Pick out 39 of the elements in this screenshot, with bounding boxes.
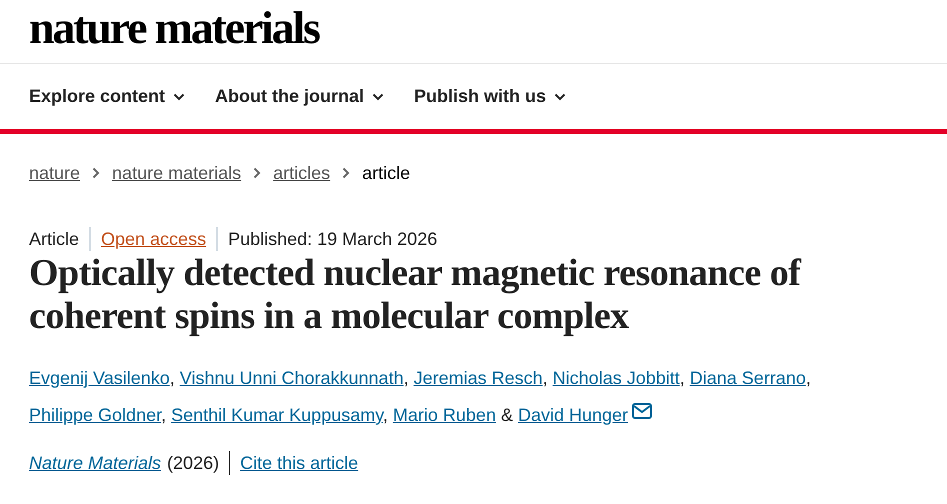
author-link[interactable]: Diana Serrano — [690, 368, 806, 388]
breadcrumb-link[interactable]: articles — [273, 162, 330, 184]
breadcrumb-current: article — [362, 162, 410, 184]
author-link[interactable]: Jeremias Resch — [414, 368, 543, 388]
journal-link[interactable]: Nature Materials — [29, 452, 162, 474]
chevron-down-icon — [554, 92, 566, 100]
author-link[interactable]: Philippe Goldner — [29, 405, 162, 425]
author-link[interactable]: Nicholas Jobbitt — [552, 368, 680, 388]
author-separator: , — [170, 368, 175, 388]
chevron-right-icon — [342, 167, 350, 179]
chevron-down-icon — [372, 92, 384, 100]
chevron-right-icon — [92, 167, 100, 179]
article-type: Article — [29, 228, 80, 250]
author-link[interactable]: David Hunger — [518, 405, 628, 425]
author-link[interactable]: Vishnu Unni Chorakkunnath — [180, 368, 404, 388]
author-separator: , — [382, 405, 388, 425]
author-separator: , — [680, 368, 685, 388]
publication-year: (2026) — [167, 452, 220, 474]
author-separator: & — [500, 405, 513, 425]
cite-link[interactable]: Cite this article — [240, 452, 358, 474]
nav-menu-button[interactable]: Publish with us — [414, 86, 566, 107]
author-link[interactable]: Mario Ruben — [392, 405, 496, 425]
author-separator: , — [161, 405, 166, 425]
author-separator: , — [542, 368, 548, 388]
breadcrumb-link[interactable]: nature materials — [112, 162, 242, 184]
chevron-down-icon — [173, 92, 186, 100]
nav-menu-button[interactable]: About the journal — [215, 86, 384, 107]
author-link[interactable]: Senthil Kumar Kuppusamy — [171, 405, 383, 425]
published-date: Published: 19 March 2026 — [228, 228, 438, 250]
open-access-link[interactable]: Open access — [101, 228, 206, 250]
breadcrumb-link[interactable]: nature — [29, 162, 80, 184]
chevron-right-icon — [253, 167, 262, 179]
article-title: Optically detected nuclear magnetic resonance of coherent spins in a molecular complex — [29, 252, 802, 338]
author-link[interactable]: Evgenij Vasilenko — [29, 368, 170, 388]
author-separator: , — [404, 368, 409, 388]
journal-logo[interactable]: nature materials — [29, 5, 319, 63]
nav-menu-button[interactable]: Explore content — [29, 86, 186, 107]
email-icon[interactable] — [632, 403, 652, 419]
author-separator: , — [806, 368, 811, 388]
